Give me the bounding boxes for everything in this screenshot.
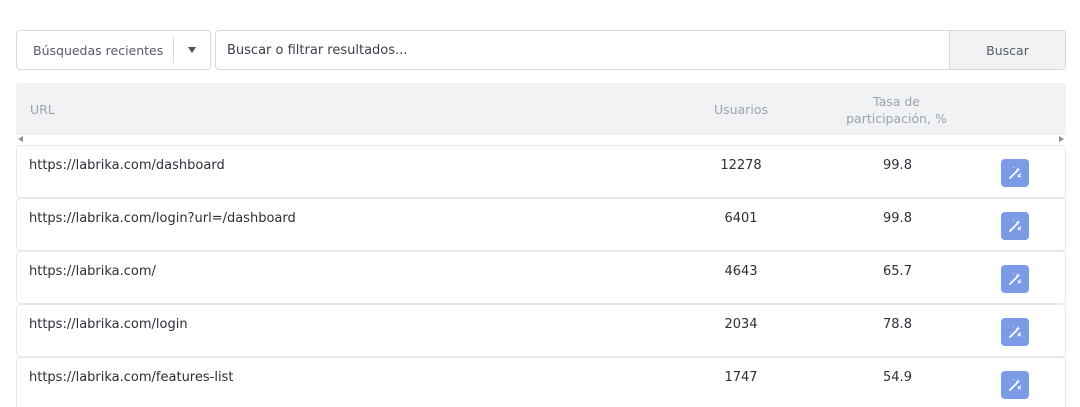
search-button[interactable]: Buscar: [949, 31, 1065, 69]
horizontal-scrollbar[interactable]: [16, 135, 1066, 144]
magic-wand-icon: [1009, 326, 1021, 338]
table-row: https://labrika.com/ 4643 65.7: [16, 251, 1066, 304]
url-cell[interactable]: https://labrika.com/login?url=/dashboard: [29, 211, 296, 226]
magic-wand-button[interactable]: [1001, 318, 1029, 346]
column-header-rate-line1: Tasa de: [873, 94, 920, 109]
scroll-left-icon[interactable]: [18, 136, 23, 142]
users-cell: 4643: [724, 264, 758, 279]
url-cell[interactable]: https://labrika.com/login: [29, 317, 188, 332]
chevron-down-icon[interactable]: [174, 47, 210, 53]
magic-wand-button[interactable]: [1001, 212, 1029, 240]
table-header: URL Usuarios Tasa de participación, %: [16, 83, 1066, 135]
table-row: https://labrika.com/dashboard 12278 99.8: [16, 145, 1066, 198]
table-row: https://labrika.com/login 2034 78.8: [16, 304, 1066, 357]
users-cell: 6401: [724, 211, 758, 226]
column-header-users[interactable]: Usuarios: [714, 102, 768, 117]
rate-cell: 99.8: [883, 211, 912, 226]
magic-wand-button[interactable]: [1001, 265, 1029, 293]
rate-cell: 99.8: [883, 158, 912, 173]
table-row: https://labrika.com/login?url=/dashboard…: [16, 198, 1066, 251]
recent-searches-dropdown[interactable]: Búsquedas recientes: [16, 30, 211, 70]
magic-wand-button[interactable]: [1001, 159, 1029, 187]
rate-cell: 65.7: [883, 264, 912, 279]
column-header-rate[interactable]: Tasa de participación, %: [814, 93, 979, 127]
users-cell: 2034: [724, 317, 758, 332]
users-cell: 12278: [720, 158, 762, 173]
magic-wand-icon: [1009, 167, 1021, 179]
magic-wand-icon: [1009, 273, 1021, 285]
column-header-url[interactable]: URL: [30, 102, 55, 117]
url-cell[interactable]: https://labrika.com/features-list: [29, 370, 233, 385]
users-cell: 1747: [724, 370, 758, 385]
magic-wand-button[interactable]: [1001, 371, 1029, 399]
scroll-right-icon[interactable]: [1059, 136, 1064, 142]
magic-wand-icon: [1009, 379, 1021, 391]
table-row: https://labrika.com/features-list 1747 5…: [16, 357, 1066, 407]
url-cell[interactable]: https://labrika.com/: [29, 264, 156, 279]
magic-wand-icon: [1009, 220, 1021, 232]
column-header-rate-line2: participación, %: [846, 111, 947, 126]
rate-cell: 78.8: [883, 317, 912, 332]
search-bar: Buscar: [215, 30, 1066, 70]
rate-cell: 54.9: [883, 370, 912, 385]
url-cell[interactable]: https://labrika.com/dashboard: [29, 158, 225, 173]
search-input[interactable]: [216, 31, 949, 69]
recent-searches-label: Búsquedas recientes: [33, 42, 164, 58]
